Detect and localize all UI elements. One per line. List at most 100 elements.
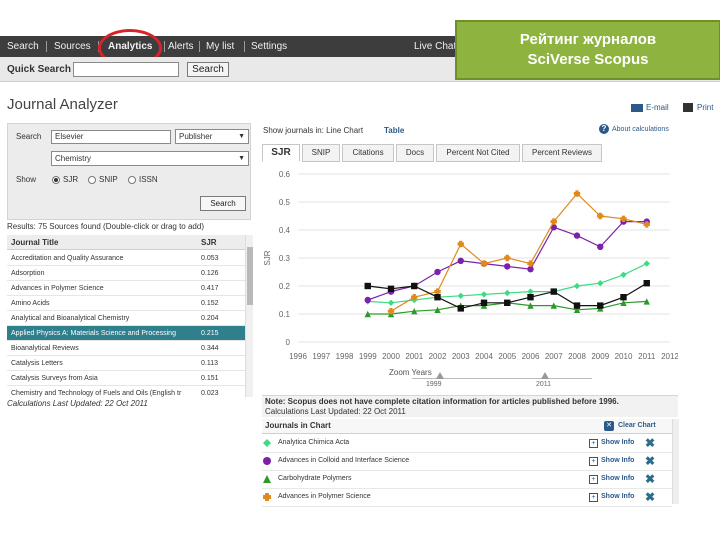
envelope-icon[interactable] xyxy=(631,104,643,112)
nav-alerts[interactable]: Alerts xyxy=(168,36,194,57)
tab-sjr[interactable]: SJR xyxy=(262,144,300,162)
annotation-callout: Рейтинг журналов SciVerse Scopus xyxy=(455,20,720,80)
table-row[interactable]: Catalysis Letters 0.113 xyxy=(7,356,245,371)
show-info-link[interactable]: Show Info xyxy=(601,457,634,464)
journal-title-cell: Applied Physics A: Materials Science and… xyxy=(11,330,176,337)
email-link[interactable]: E-mail xyxy=(646,103,669,112)
journal-name: Advances in Colloid and Interface Scienc… xyxy=(278,457,410,464)
data-point xyxy=(504,289,511,297)
data-point xyxy=(643,280,650,287)
tab-percent-not-cited[interactable]: Percent Not Cited xyxy=(436,144,520,162)
data-point xyxy=(480,291,488,298)
radio-sjr[interactable] xyxy=(52,176,60,184)
zoom-end-handle[interactable] xyxy=(541,372,549,379)
radio-issn[interactable] xyxy=(128,176,136,184)
results-header: Journal Title SJR xyxy=(7,235,245,250)
quick-search-input[interactable] xyxy=(73,62,179,77)
table-row[interactable]: Bioanalytical Reviews 0.344 xyxy=(7,341,245,356)
nav-my-list[interactable]: My list xyxy=(206,36,234,57)
nav-sources[interactable]: Sources xyxy=(54,36,91,57)
about-calculations-link[interactable]: About calculations xyxy=(612,126,669,133)
chevron-down-icon: ▼ xyxy=(238,133,245,140)
show-info-link[interactable]: Show Info xyxy=(601,475,634,482)
x-tick-label: 1996 xyxy=(289,352,307,361)
table-row[interactable]: Accreditation and Quality Assurance 0.053 xyxy=(7,251,245,266)
show-info-link[interactable]: Show Info xyxy=(601,493,634,500)
journals-in-chart-scrollbar[interactable] xyxy=(672,419,679,504)
remove-x-icon[interactable]: ✖ xyxy=(645,454,655,468)
search-type-select[interactable]: Publisher ▼ xyxy=(175,129,249,144)
metric-value-cell: 0.204 xyxy=(201,315,219,322)
journal-search-button[interactable]: Search xyxy=(200,196,246,211)
chevron-down-icon: ▼ xyxy=(238,155,245,162)
x-tick-label: 2011 xyxy=(638,352,656,361)
data-point xyxy=(434,294,441,301)
info-icon[interactable]: + xyxy=(589,475,598,484)
quick-search-button[interactable]: Search xyxy=(187,62,229,77)
list-item: Advances in Polymer Science + Show Info ✖ xyxy=(262,489,672,507)
data-point xyxy=(457,305,464,312)
table-row[interactable]: Advances in Polymer Science 0.417 xyxy=(7,281,245,296)
list-item: Advances in Colloid and Interface Scienc… xyxy=(262,453,672,471)
y-tick-label: 0.5 xyxy=(279,198,291,207)
search-label: Search xyxy=(16,132,42,141)
circle-marker-icon xyxy=(263,457,271,465)
nav-search[interactable]: Search xyxy=(7,36,39,57)
metric-value-cell: 0.152 xyxy=(201,300,219,307)
quick-search-label: Quick Search xyxy=(7,64,71,75)
table-row[interactable]: Applied Physics A: Materials Science and… xyxy=(7,326,245,341)
info-icon[interactable]: + xyxy=(589,493,598,502)
nav-separator xyxy=(46,41,47,52)
tab-snip[interactable]: SNIP xyxy=(302,144,340,162)
question-icon[interactable]: ? xyxy=(599,124,609,134)
show-info-link[interactable]: Show Info xyxy=(601,439,634,446)
data-point xyxy=(527,294,534,301)
data-point xyxy=(527,266,534,273)
nav-separator xyxy=(244,41,245,52)
clear-chart-button[interactable]: Clear Chart xyxy=(618,422,656,429)
journal-title-cell: Accreditation and Quality Assurance xyxy=(11,255,124,262)
subject-area-select[interactable]: Chemistry ▼ xyxy=(51,151,249,166)
table-view-link[interactable]: Table xyxy=(384,126,404,135)
remove-x-icon[interactable]: ✖ xyxy=(645,490,655,504)
remove-x-icon[interactable]: ✖ xyxy=(645,436,655,450)
nav-live-chat[interactable]: Live Chat xyxy=(414,36,456,57)
scrollbar-thumb[interactable] xyxy=(247,247,253,305)
show-label: Show xyxy=(16,175,37,184)
table-row[interactable]: Catalysis Surveys from Asia 0.151 xyxy=(7,371,245,386)
table-row[interactable]: Adsorption 0.126 xyxy=(7,266,245,281)
tab-citations[interactable]: Citations xyxy=(342,144,394,162)
info-icon[interactable]: + xyxy=(589,439,598,448)
col-metric[interactable]: SJR xyxy=(201,238,217,247)
remove-x-icon[interactable]: ✖ xyxy=(645,472,655,486)
printer-icon[interactable] xyxy=(683,103,693,112)
nav-settings[interactable]: Settings xyxy=(251,36,287,57)
y-tick-label: 0 xyxy=(286,338,291,347)
data-point xyxy=(434,288,441,295)
table-row[interactable]: Analytical and Bioanalytical Chemistry 0.… xyxy=(7,311,245,326)
data-point xyxy=(387,285,395,292)
clear-chart-icon[interactable]: ✕ xyxy=(604,421,614,431)
data-point xyxy=(387,299,395,306)
results-scrollbar[interactable] xyxy=(245,235,253,397)
table-row[interactable]: Amino Acids 0.152 xyxy=(7,296,245,311)
data-point xyxy=(597,243,604,250)
y-tick-label: 0.4 xyxy=(279,226,291,235)
tab-docs[interactable]: Docs xyxy=(396,144,434,162)
search-term-input[interactable]: Elsevier xyxy=(51,130,171,144)
y-tick-label: 0.3 xyxy=(279,254,291,263)
data-point xyxy=(504,254,511,262)
data-point xyxy=(457,257,464,264)
print-link[interactable]: Print xyxy=(697,103,713,112)
col-journal-title[interactable]: Journal Title xyxy=(11,238,58,247)
zoom-start-handle[interactable] xyxy=(436,372,444,379)
info-icon[interactable]: + xyxy=(589,457,598,466)
y-tick-label: 0.2 xyxy=(279,282,291,291)
x-tick-label: 2003 xyxy=(452,352,470,361)
journals-in-chart-title: Journals in Chart xyxy=(265,421,331,430)
radio-snip[interactable] xyxy=(88,176,96,184)
table-row[interactable]: Chemistry and Technology of Fuels and Oi… xyxy=(7,386,245,397)
tab-percent-reviews[interactable]: Percent Reviews xyxy=(522,144,602,162)
data-point xyxy=(457,292,464,299)
x-tick-label: 2008 xyxy=(568,352,586,361)
